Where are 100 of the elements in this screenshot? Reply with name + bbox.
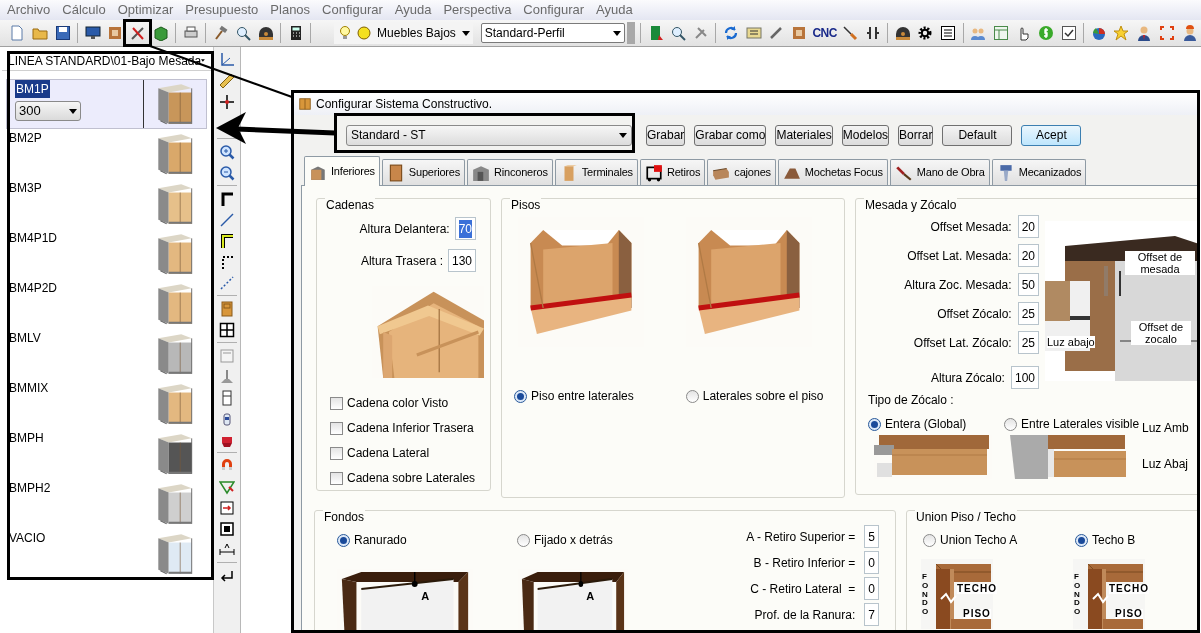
dialog-button[interactable]: Borrar bbox=[898, 124, 934, 146]
radio-button[interactable] bbox=[1004, 417, 1017, 431]
gear-icon bbox=[917, 25, 934, 41]
item-name: BMLV bbox=[8, 330, 42, 347]
system-combo[interactable]: Standard - ST bbox=[346, 124, 632, 146]
document-icon bbox=[9, 25, 26, 41]
menu-item[interactable]: Optimizar bbox=[111, 0, 180, 20]
menu-item[interactable]: Configurar bbox=[316, 0, 389, 20]
dialog-button[interactable]: Acept bbox=[1021, 124, 1082, 146]
dotted-line-icon bbox=[219, 274, 235, 291]
dialog-button[interactable]: Modelos bbox=[841, 124, 890, 146]
caret-icon bbox=[461, 30, 470, 36]
input-field[interactable]: 50 bbox=[1017, 273, 1039, 296]
library-item[interactable]: BMLV bbox=[0, 329, 213, 379]
library-item[interactable]: BMPH2 bbox=[0, 479, 213, 529]
input-field[interactable]: 20 bbox=[1017, 215, 1039, 238]
library-item[interactable]: BM3P bbox=[0, 179, 213, 229]
caret-icon bbox=[619, 132, 627, 138]
menu-item[interactable]: Planos bbox=[264, 0, 317, 20]
input-field[interactable]: 25 bbox=[1017, 331, 1039, 354]
input-field[interactable]: 7 bbox=[864, 603, 879, 626]
radio-option[interactable]: Fijado x detrás bbox=[517, 531, 617, 549]
radio-button[interactable] bbox=[337, 533, 350, 547]
tab[interactable]: Mecanizados bbox=[991, 159, 1087, 185]
dialog-button[interactable]: Default bbox=[942, 124, 1013, 146]
radio-button[interactable] bbox=[685, 389, 699, 403]
tab[interactable]: Inferiores bbox=[304, 156, 380, 186]
radio-option[interactable]: Techo B bbox=[1075, 531, 1187, 549]
table-icon bbox=[992, 25, 1009, 41]
input-field[interactable]: 0 bbox=[864, 577, 879, 600]
menu-item[interactable]: Configurar bbox=[517, 0, 591, 20]
library-item[interactable]: BM4P1D bbox=[0, 229, 213, 279]
field-label: Altura Zócalo: bbox=[930, 369, 1005, 387]
radio-option[interactable]: Entera (Global) bbox=[868, 415, 1004, 433]
input-field[interactable]: 100 bbox=[1010, 366, 1039, 389]
radio-button[interactable] bbox=[517, 533, 530, 547]
tab[interactable]: Mano de Obra bbox=[889, 159, 990, 185]
checkbox-option[interactable]: Cadena Lateral bbox=[330, 444, 490, 462]
counter-icon bbox=[745, 25, 762, 41]
refresh-icon bbox=[722, 25, 739, 41]
radio-button[interactable] bbox=[868, 417, 881, 431]
checkbox-option[interactable]: Cadena color Visto bbox=[330, 394, 490, 412]
dialog-button[interactable]: Grabar como bbox=[694, 124, 767, 146]
corner-cabinet-icon bbox=[472, 163, 491, 182]
tab[interactable]: cajones bbox=[707, 159, 776, 185]
size-combo[interactable]: 300 bbox=[15, 101, 81, 121]
cnc-button[interactable]: CNC bbox=[810, 22, 839, 44]
item-name: VACIO bbox=[8, 530, 47, 547]
input-field[interactable]: 20 bbox=[1017, 244, 1039, 267]
checkbox-option[interactable]: Cadena sobre Laterales bbox=[330, 469, 490, 487]
radio-option[interactable]: Union Techo A bbox=[923, 531, 1035, 549]
dialog-button[interactable]: Grabar bbox=[646, 124, 686, 146]
caret-icon bbox=[201, 58, 205, 63]
library-item[interactable]: BM1P 300 bbox=[6, 79, 207, 129]
group-title: Union Piso / Techo bbox=[915, 510, 1017, 524]
input-field[interactable]: 5 bbox=[864, 525, 879, 548]
library-item[interactable]: BMMIX bbox=[0, 379, 213, 429]
input-field[interactable]: 0 bbox=[864, 551, 879, 574]
folder-icon bbox=[32, 25, 49, 41]
input-field[interactable]: 70 bbox=[454, 217, 476, 240]
tab[interactable]: Mochetas Focus bbox=[777, 159, 888, 185]
radio-option[interactable]: Ranurado bbox=[337, 531, 437, 549]
caret-icon bbox=[613, 30, 622, 36]
menu-item[interactable]: Presupuesto bbox=[179, 0, 265, 20]
field-label: Offset Mesada: bbox=[930, 218, 1012, 236]
group-title: Pisos bbox=[510, 198, 542, 212]
menu-item[interactable]: Cálculo bbox=[56, 0, 112, 20]
field-label: B - Retiro Inferior = bbox=[753, 554, 856, 572]
library-item[interactable]: BM4P2D bbox=[0, 279, 213, 329]
library-item[interactable]: VACIO bbox=[0, 529, 213, 579]
library-item[interactable]: BM2P bbox=[0, 129, 213, 179]
toolbar-grip[interactable] bbox=[627, 22, 636, 44]
menu-item[interactable]: Ayuda bbox=[388, 0, 438, 20]
radio-option[interactable]: Entre Laterales visible bbox=[1004, 415, 1140, 433]
diagram-label: TECHO bbox=[1109, 584, 1149, 594]
item-name: BMMIX bbox=[8, 380, 50, 397]
menu-item[interactable]: Perspectiva bbox=[437, 0, 518, 20]
menu-item[interactable]: Ayuda bbox=[590, 0, 639, 20]
radio-button[interactable] bbox=[923, 533, 936, 547]
radio-option[interactable]: Laterales sobre el piso bbox=[685, 387, 824, 405]
group-title: Fondos bbox=[323, 510, 366, 524]
radio-button[interactable] bbox=[1075, 533, 1088, 547]
radio-button[interactable] bbox=[514, 389, 527, 403]
profile-combo[interactable]: Standard-Perfil bbox=[480, 23, 626, 43]
dialog-button[interactable]: Materiales bbox=[775, 124, 833, 146]
door-icon bbox=[219, 300, 235, 317]
input-field[interactable]: 25 bbox=[1017, 302, 1039, 325]
input-field[interactable]: 130 bbox=[447, 249, 476, 272]
menu-item[interactable]: Archivo bbox=[1, 0, 57, 20]
library-item[interactable]: BMPH bbox=[0, 429, 213, 479]
checkbox-option[interactable]: Cadena Inferior Trasera bbox=[330, 419, 490, 437]
person-icon bbox=[1136, 25, 1153, 41]
tab[interactable]: Rinconeros bbox=[467, 159, 553, 185]
cabinet-icon bbox=[298, 97, 312, 111]
tab[interactable]: Terminales bbox=[554, 159, 638, 185]
tab[interactable]: Superiores bbox=[381, 159, 466, 185]
diagram-label: Luz abajo bbox=[1047, 336, 1095, 348]
window-title: Configurar Sistema Constructivo. bbox=[316, 96, 493, 113]
tab[interactable]: Retiros bbox=[639, 159, 706, 185]
radio-option[interactable]: Piso entre laterales bbox=[514, 387, 634, 405]
